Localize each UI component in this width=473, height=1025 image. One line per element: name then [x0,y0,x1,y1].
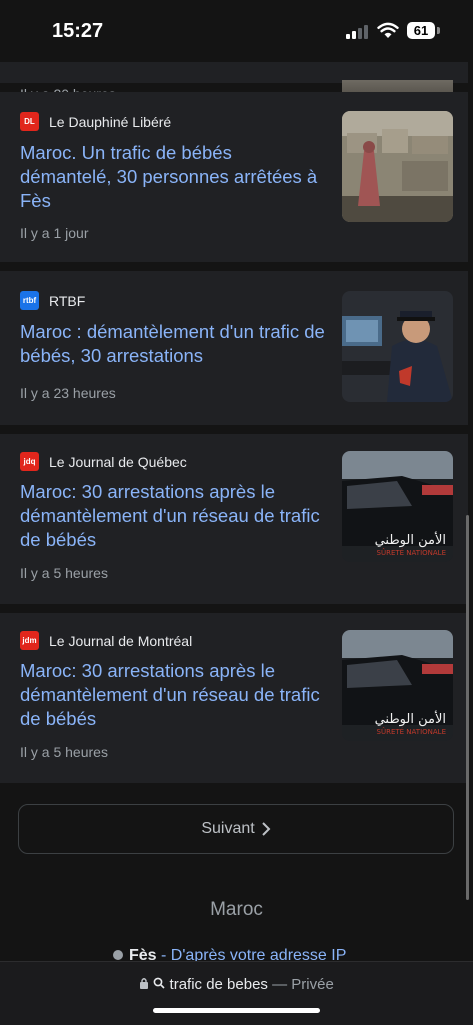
chevron-right-icon [261,822,271,836]
scrollbar[interactable] [466,515,469,900]
article-source-row: DL Le Dauphiné Libéré [20,112,171,131]
next-page-button[interactable]: Suivant [18,804,454,854]
article-headline[interactable]: Maroc: 30 arrestations après le démantèl… [20,659,325,731]
url-field[interactable]: trafic de bebes — Privée [0,976,473,993]
article-time: Il y a 23 heures [20,385,116,401]
address-bar[interactable]: trafic de bebes — Privée [0,961,473,1025]
article-source: Le Dauphiné Libéré [49,113,172,130]
article-thumbnail[interactable] [342,111,453,222]
thumbnail-french-caption: SÛRETÉ NATIONALE [377,727,446,736]
publisher-logo-icon: rtbf [20,291,39,310]
status-bar: 15:27 61 [0,0,473,62]
article-source: RTBF [49,292,86,309]
location-dot-icon [113,950,123,960]
thumbnail-arabic-caption: الأمن الوطني [375,531,446,548]
search-icon [153,977,165,989]
police-officer-image [342,291,453,402]
location-country: Maroc [210,899,263,920]
article-thumbnail[interactable]: الأمن الوطني SÛRETÉ NATIONALE [342,630,453,741]
street-scene-image [342,111,453,222]
article-headline[interactable]: Maroc. Un trafic de bébés démantelé, 30 … [20,141,325,213]
publisher-logo-icon: DL [20,112,39,131]
article-source-row: jdm Le Journal de Montréal [20,631,192,650]
article-thumbnail[interactable] [342,291,453,402]
thumbnail-french-caption: SÛRETÉ NATIONALE [377,548,446,557]
article-thumbnail[interactable]: الأمن الوطني SÛRETÉ NATIONALE [342,451,453,562]
article-time: Il y a 5 heures [20,744,108,760]
article-time: Il y a 5 heures [20,565,108,581]
article-source-row: jdq Le Journal de Québec [20,452,187,471]
cellular-signal-icon [346,25,370,39]
wifi-icon [377,22,399,38]
publisher-logo-icon: jdq [20,452,39,471]
thumbnail-arabic-caption: الأمن الوطني [375,710,446,727]
article-source-row: rtbf RTBF [20,291,85,310]
battery-cap [437,27,440,34]
news-card[interactable]: rtbf RTBF Maroc : démantèlement d'un tra… [0,271,468,425]
status-time: 15:27 [52,20,104,42]
article-source: Le Journal de Montréal [49,632,193,649]
lock-icon [140,978,149,989]
private-mode-label: — Privée [272,976,334,993]
article-source: Le Journal de Québec [49,453,187,470]
battery-icon: 61 [407,22,435,39]
next-page-label: Suivant [201,820,255,837]
news-card[interactable]: jdq Le Journal de Québec Maroc: 30 arres… [0,434,468,604]
home-indicator[interactable] [153,1008,320,1013]
article-time: Il y a 1 jour [20,225,89,241]
news-card[interactable]: jdm Le Journal de Montréal Maroc: 30 arr… [0,613,468,783]
article-headline[interactable]: Maroc: 30 arrestations après le démantèl… [20,480,325,552]
police-car-image: الأمن الوطني SÛRETÉ NATIONALE [342,630,453,741]
search-query: trafic de bebes [169,976,268,993]
news-card[interactable]: DL Le Dauphiné Libéré Maroc. Un trafic d… [0,92,468,262]
article-headline[interactable]: Maroc : démantèlement d'un trafic de béb… [20,320,325,368]
publisher-logo-icon: jdm [20,631,39,650]
police-car-image: الأمن الوطني SÛRETÉ NATIONALE [342,451,453,562]
